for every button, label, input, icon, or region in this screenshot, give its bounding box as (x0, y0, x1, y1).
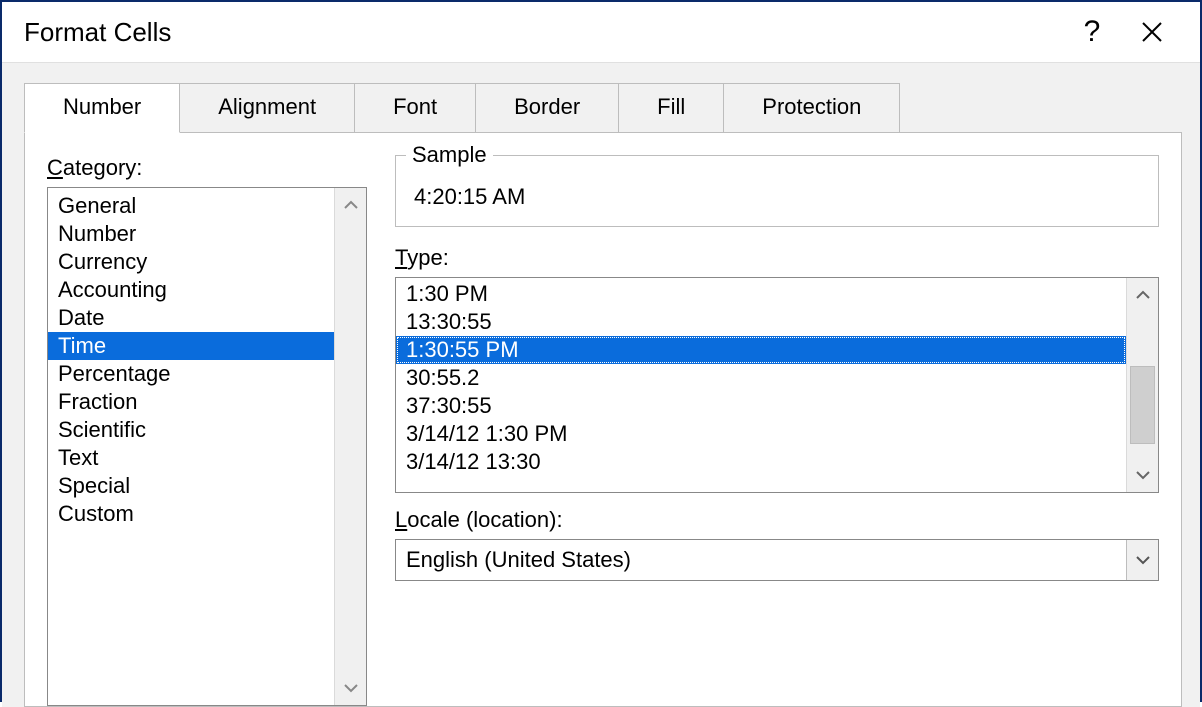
category-item[interactable]: Fraction (48, 388, 334, 416)
chevron-down-icon (344, 683, 358, 693)
close-icon (1141, 21, 1163, 43)
category-item[interactable]: Percentage (48, 360, 334, 388)
locale-dropdown[interactable]: English (United States) (395, 539, 1159, 581)
category-item[interactable]: Time (48, 332, 334, 360)
locale-value: English (United States) (396, 540, 1126, 580)
category-item[interactable]: Special (48, 472, 334, 500)
type-item[interactable]: 30:55.2 (396, 364, 1126, 392)
scroll-down-button[interactable] (337, 675, 365, 701)
scroll-track[interactable] (1127, 308, 1158, 462)
type-listbox[interactable]: 1:30 PM13:30:551:30:55 PM30:55.237:30:55… (395, 277, 1159, 493)
scroll-up-button[interactable] (337, 192, 365, 218)
scroll-down-button[interactable] (1129, 462, 1157, 488)
type-item[interactable]: 13:30:55 (396, 308, 1126, 336)
category-item[interactable]: Number (48, 220, 334, 248)
type-item[interactable]: 1:30 PM (396, 280, 1126, 308)
type-items: 1:30 PM13:30:551:30:55 PM30:55.237:30:55… (396, 278, 1126, 492)
type-scrollbar[interactable] (1126, 278, 1158, 492)
tab-font[interactable]: Font (355, 83, 476, 133)
tab-border[interactable]: Border (476, 83, 619, 133)
tab-fill[interactable]: Fill (619, 83, 724, 133)
locale-dropdown-button[interactable] (1126, 540, 1158, 580)
scroll-track[interactable] (335, 218, 366, 675)
chevron-down-icon (1136, 555, 1150, 565)
scroll-up-button[interactable] (1129, 282, 1157, 308)
tab-strip: NumberAlignmentFontBorderFillProtection (2, 83, 1200, 133)
close-button[interactable] (1122, 2, 1182, 62)
category-item[interactable]: Scientific (48, 416, 334, 444)
category-label: Category: (47, 155, 367, 181)
dialog-body: NumberAlignmentFontBorderFillProtection … (2, 62, 1200, 707)
scroll-thumb[interactable] (1130, 366, 1155, 444)
sample-group: Sample 4:20:15 AM (395, 155, 1159, 227)
chevron-up-icon (344, 200, 358, 210)
category-item[interactable]: Accounting (48, 276, 334, 304)
tab-protection[interactable]: Protection (724, 83, 900, 133)
category-scrollbar[interactable] (334, 188, 366, 705)
category-item[interactable]: General (48, 192, 334, 220)
sample-value: 4:20:15 AM (414, 184, 1140, 210)
titlebar: Format Cells ? (2, 2, 1200, 62)
category-item[interactable]: Date (48, 304, 334, 332)
help-button[interactable]: ? (1062, 2, 1122, 62)
locale-label: Locale (location): (395, 507, 1159, 533)
type-item[interactable]: 1:30:55 PM (396, 336, 1126, 364)
type-label: Type: (395, 245, 1159, 271)
category-item[interactable]: Custom (48, 500, 334, 528)
details-column: Sample 4:20:15 AM Type: 1:30 PM13:30:551… (395, 155, 1159, 706)
type-item[interactable]: 37:30:55 (396, 392, 1126, 420)
format-cells-dialog: Format Cells ? NumberAlignmentFontBorder… (0, 0, 1202, 702)
tab-panel-number: Category: GeneralNumberCurrencyAccountin… (24, 132, 1182, 707)
sample-legend: Sample (406, 142, 493, 168)
dialog-title: Format Cells (24, 17, 1062, 48)
category-item[interactable]: Currency (48, 248, 334, 276)
category-item[interactable]: Text (48, 444, 334, 472)
tab-number[interactable]: Number (24, 83, 180, 133)
category-column: Category: GeneralNumberCurrencyAccountin… (47, 155, 367, 706)
chevron-up-icon (1136, 290, 1150, 300)
type-item[interactable]: 3/14/12 13:30 (396, 448, 1126, 476)
tab-alignment[interactable]: Alignment (180, 83, 355, 133)
type-item[interactable]: 3/14/12 1:30 PM (396, 420, 1126, 448)
category-listbox[interactable]: GeneralNumberCurrencyAccountingDateTimeP… (47, 187, 367, 706)
category-items: GeneralNumberCurrencyAccountingDateTimeP… (48, 188, 334, 705)
chevron-down-icon (1136, 470, 1150, 480)
